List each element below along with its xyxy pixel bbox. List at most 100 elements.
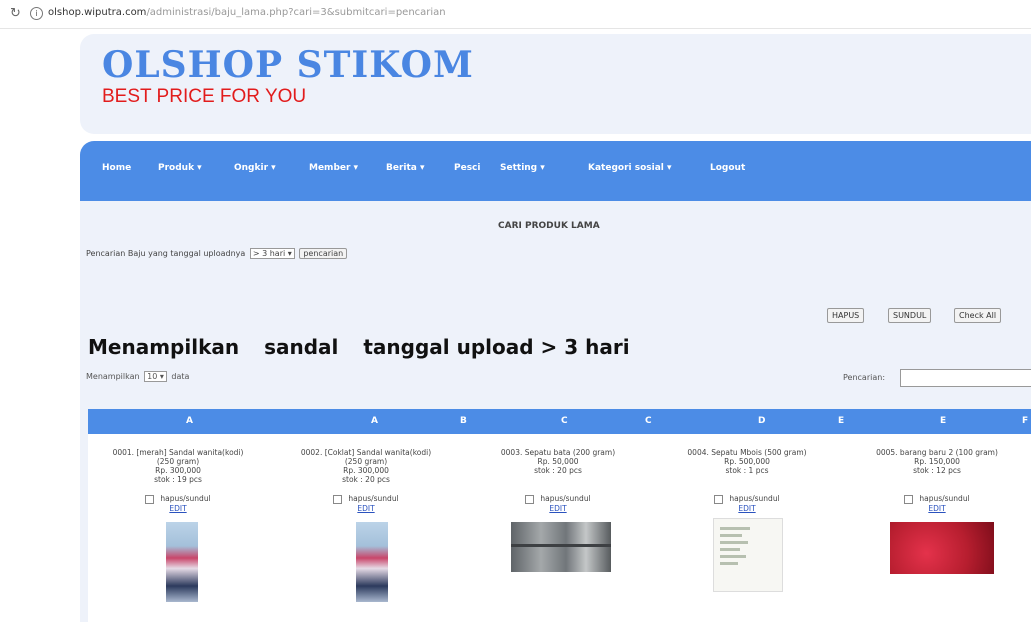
edit-link[interactable]: EDIT [88, 504, 268, 513]
sundul-button[interactable]: SUNDUL [888, 308, 932, 323]
edit-link[interactable]: EDIT [657, 504, 837, 513]
site-logo-title[interactable]: OLSHOP STIKOM [102, 44, 474, 86]
edit-link[interactable]: EDIT [276, 504, 456, 513]
upload-filter: Pencarian Baju yang tanggal uploadnya > … [86, 248, 348, 259]
chevron-down-icon: ▾ [159, 372, 164, 381]
table-header-col[interactable]: A [186, 416, 193, 426]
site-banner: OLSHOP STIKOM BEST PRICE FOR YOU [80, 34, 1031, 134]
checkbox-label: hapus/sundul [729, 494, 780, 503]
reload-icon[interactable]: ↻ [10, 6, 21, 21]
checkbox-icon[interactable] [904, 494, 914, 504]
table-header-col[interactable]: E [940, 416, 946, 426]
table-header-col[interactable]: A [371, 416, 378, 426]
product-card: 0005. barang baru 2 (100 gram) Rp. 150,0… [847, 448, 1027, 513]
product-image[interactable] [166, 522, 198, 602]
site-info-icon[interactable]: i [30, 7, 43, 20]
hapus-button[interactable]: HAPUS [827, 308, 865, 323]
table-header-col[interactable]: C [645, 416, 652, 426]
hapus-sundul-checkbox[interactable]: hapus/sundul [657, 494, 837, 504]
nav-pesan[interactable]: Pesci [454, 163, 480, 173]
product-image[interactable] [356, 522, 388, 602]
product-name: 0001. [merah] Sandal wanita(kodi) [112, 448, 244, 457]
product-price: Rp. 150,000 [914, 457, 960, 466]
checkbox-label: hapus/sundul [160, 494, 211, 503]
table-header-col[interactable]: E [838, 416, 844, 426]
edit-link[interactable]: EDIT [468, 504, 648, 513]
main-content: CARI PRODUK LAMA Pencarian Baju yang tan… [80, 201, 1031, 622]
product-card: 0004. Sepatu Mbois (500 gram) Rp. 500,00… [657, 448, 837, 513]
nav-logout[interactable]: Logout [710, 163, 745, 173]
product-card: 0002. [Coklat] Sandal wanita(kodi) (250 … [276, 448, 456, 513]
headline-suffix: tanggal upload > 3 hari [363, 335, 630, 359]
product-grid: 0001. [merah] Sandal wanita(kodi) (250 g… [88, 434, 1031, 622]
nav-ongkir[interactable]: Ongkir ▾ [234, 163, 276, 173]
hapus-sundul-checkbox[interactable]: hapus/sundul [468, 494, 648, 504]
product-name: 0003. Sepatu bata (200 gram) [500, 448, 616, 457]
table-header-col[interactable]: F [1022, 416, 1028, 426]
check-all-button[interactable]: Check All [954, 308, 1002, 323]
hapus-sundul-checkbox[interactable]: hapus/sundul [88, 494, 268, 504]
hapus-sundul-checkbox[interactable]: hapus/sundul [847, 494, 1027, 504]
product-price: Rp. 300,000 [155, 466, 201, 475]
page-length-select[interactable]: 10 ▾ [144, 371, 167, 382]
table-header-col[interactable]: C [561, 416, 568, 426]
show-prefix: Menampilkan [86, 372, 140, 381]
product-stock: stok : 20 pcs [534, 466, 582, 475]
nav-berita[interactable]: Berita ▾ [386, 163, 425, 173]
product-image[interactable] [890, 522, 994, 574]
product-card: 0001. [merah] Sandal wanita(kodi) (250 g… [88, 448, 268, 513]
table-header-col[interactable]: D [758, 416, 765, 426]
url-field[interactable]: olshop.wiputra.com/administrasi/baju_lam… [48, 7, 446, 18]
checkbox-icon[interactable] [145, 494, 155, 504]
product-stock: stok : 12 pcs [913, 466, 961, 475]
page-length-value: 10 [147, 372, 158, 381]
hapus-sundul-checkbox[interactable]: hapus/sundul [276, 494, 456, 504]
product-stock: stok : 19 pcs [154, 475, 202, 484]
checkbox-icon[interactable] [333, 494, 343, 504]
edit-link[interactable]: EDIT [847, 504, 1027, 513]
product-name: 0002. [Coklat] Sandal wanita(kodi) [300, 448, 432, 457]
table-header-col[interactable]: B [460, 416, 467, 426]
table-search-label: Pencarian: [843, 373, 886, 382]
results-headline: Menampilkan sandal tanggal upload > 3 ha… [88, 335, 648, 359]
checkbox-icon[interactable] [525, 494, 535, 504]
show-suffix: data [171, 372, 190, 381]
headline-keyword: sandal [264, 335, 339, 359]
table-header: A A B C C D E E F [88, 409, 1031, 434]
filter-label: Pencarian Baju yang tanggal uploadnya [86, 249, 246, 258]
product-stock: stok : 1 pcs [725, 466, 769, 475]
nav-setting[interactable]: Setting ▾ [500, 163, 545, 173]
chevron-down-icon: ▾ [287, 249, 292, 258]
checkbox-label: hapus/sundul [540, 494, 591, 503]
headline-prefix: Menampilkan [88, 335, 240, 359]
product-image[interactable] [511, 522, 611, 572]
search-panel-title: CARI PRODUK LAMA [498, 221, 600, 231]
product-price: Rp. 500,000 [724, 457, 770, 466]
product-weight: (250 gram) [344, 457, 388, 466]
checkbox-label: hapus/sundul [348, 494, 399, 503]
page-length-control: Menampilkan 10 ▾ data [86, 371, 189, 382]
checkbox-label: hapus/sundul [919, 494, 970, 503]
page-wrapper: OLSHOP STIKOM BEST PRICE FOR YOU Home Pr… [80, 34, 1031, 622]
url-path: /administrasi/baju_lama.php?cari=3&submi… [146, 7, 446, 18]
pencarian-button[interactable]: pencarian [299, 248, 348, 259]
table-search-input[interactable] [900, 369, 1031, 387]
filter-select[interactable]: > 3 hari ▾ [249, 248, 295, 259]
filter-select-value: > 3 hari [252, 249, 286, 258]
product-weight: (250 gram) [156, 457, 200, 466]
product-stock: stok : 20 pcs [342, 475, 390, 484]
site-tagline: BEST PRICE FOR YOU [102, 86, 307, 107]
nav-kategori[interactable]: Kategori sosial ▾ [588, 163, 672, 173]
nav-member[interactable]: Member ▾ [309, 163, 358, 173]
product-name: 0005. barang baru 2 (100 gram) [876, 448, 998, 457]
product-price: Rp. 50,000 [537, 457, 579, 466]
url-domain: olshop.wiputra.com [48, 7, 147, 18]
nav-home[interactable]: Home [102, 163, 131, 173]
product-card: 0003. Sepatu bata (200 gram) Rp. 50,000 … [468, 448, 648, 513]
nav-produk[interactable]: Produk ▾ [158, 163, 202, 173]
product-price: Rp. 300,000 [343, 466, 389, 475]
main-nav: Home Produk ▾ Ongkir ▾ Member ▾ Berita ▾… [80, 141, 1031, 201]
product-name: 0004. Sepatu Mbois (500 gram) [687, 448, 807, 457]
product-image[interactable] [713, 518, 783, 592]
checkbox-icon[interactable] [714, 494, 724, 504]
